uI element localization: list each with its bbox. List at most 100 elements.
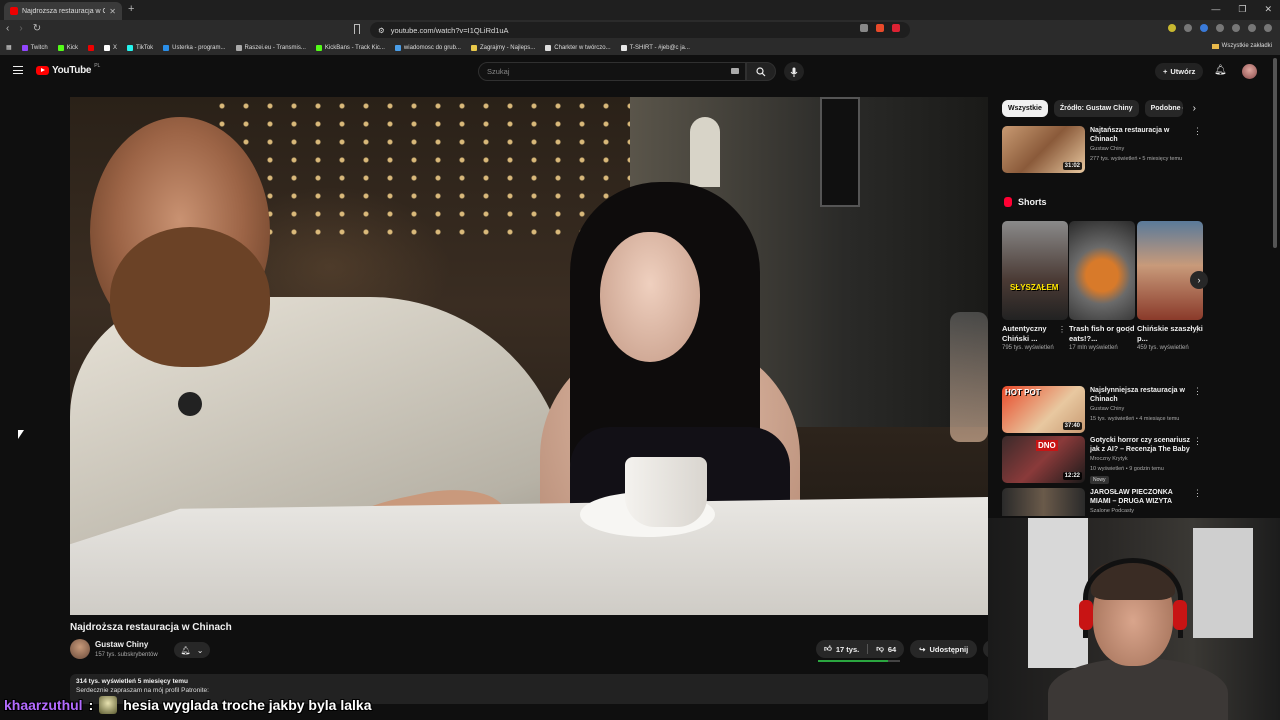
bell-icon: 🔔︎ [180,645,191,655]
thumbnail-text: HOT POT [1005,388,1041,397]
sidebar-scrollbar[interactable] [1273,58,1277,248]
extension-icon[interactable] [1232,24,1240,32]
bookmark-item[interactable]: Usterka - program... [163,44,226,51]
notifications-bell-icon[interactable]: 🔔︎ [1214,65,1227,76]
like-button[interactable]: 👍︎ 17 tys. [816,644,869,654]
site-info-icon[interactable]: ⚙ [378,26,385,35]
recommendation-item[interactable]: HOT POT 37:40 Najsłynniejsza restauracja… [1002,386,1204,436]
video-thumbnail[interactable]: HOT POT 37:40 [1002,386,1085,433]
recommendation-item[interactable]: 31:02 Najtańsza restauracja w Chinach Gu… [1002,126,1204,176]
extension-icon[interactable] [1216,24,1224,32]
kebab-menu-icon[interactable]: ⋮ [1193,325,1201,334]
all-bookmarks[interactable]: Wszystkie zakładki [1211,43,1272,49]
kebab-menu-icon[interactable]: ⋮ [1193,126,1202,137]
reload-icon[interactable]: ↻ [33,23,41,34]
recommendation-channel[interactable]: Mroczny Krytyk [1090,456,1128,462]
subscriber-count: 157 tys. subskrybentów [95,652,158,658]
close-tab-icon[interactable]: ✕ [109,7,116,16]
search-button[interactable] [746,62,776,81]
create-button[interactable]: + Utwórz [1155,63,1204,80]
back-icon[interactable]: ‹ [6,23,9,34]
bookmark-item[interactable]: wiadomosc do grub... [394,44,461,51]
bookmark-icon[interactable] [354,24,360,34]
short-thumbnail[interactable] [1137,221,1203,320]
cast-icon[interactable] [860,24,868,32]
alert-icon[interactable] [892,24,900,32]
channel-name[interactable]: Gustaw Chiny [95,640,148,649]
recommendation-channel[interactable]: Gustaw Chiny [1090,406,1124,412]
kebab-menu-icon[interactable]: ⋮ [1193,436,1202,447]
extension-icon[interactable] [1184,24,1192,32]
video-player[interactable] [70,97,988,615]
bookmark-item[interactable]: KickBans - Track Kic... [315,44,385,51]
share-icon: ↪ [919,644,926,654]
menu-icon[interactable] [1264,24,1272,32]
short-overlay-text: SŁYSZAŁEM [1010,283,1059,292]
youtube-play-icon [36,66,49,75]
minimize-icon[interactable]: — [1211,4,1220,15]
bookmark-item[interactable]: Charkter w twórczo... [545,44,611,51]
recommendation-title[interactable]: Najtańsza restauracja w Chinach [1090,126,1194,144]
shield-icon[interactable] [876,24,884,32]
chat-message: khaarzuthul : hesia wyglada troche jakby… [4,694,371,716]
new-tab-icon[interactable]: + [128,3,134,15]
hamburger-menu-icon[interactable] [13,66,23,74]
keyboard-icon[interactable] [731,68,739,74]
share-button[interactable]: ↪ Udostępnij [910,640,978,658]
voice-search-button[interactable] [784,62,804,81]
puzzle-icon[interactable] [1248,24,1256,32]
video-thumbnail[interactable]: DNO 12:22 [1002,436,1085,483]
chevron-right-icon[interactable]: › [1193,103,1196,114]
recommendation-title[interactable]: Gotycki horror czy scenariusz jak z AI? … [1090,436,1194,454]
shorts-next-button[interactable]: › [1190,271,1208,289]
kebab-menu-icon[interactable]: ⋮ [1058,325,1066,334]
video-actions: 👍︎17 tys. 👎︎64 ↪ Udostępnij ⋯ [816,640,1002,662]
bookmark-item[interactable]: X [104,44,117,51]
close-window-icon[interactable]: ✕ [1264,4,1272,15]
kebab-menu-icon[interactable]: ⋮ [1125,325,1133,334]
maximize-icon[interactable]: ❐ [1238,4,1246,15]
recommendation-title[interactable]: Najsłynniejsza restauracja w Chinach [1090,386,1194,404]
account-avatar[interactable] [1242,64,1257,79]
short-thumbnail[interactable] [1069,221,1135,320]
chip-all[interactable]: Wszystkie [1002,100,1048,117]
forward-icon[interactable]: › [19,23,22,34]
recommendation-title[interactable]: JAROSŁAW PIECZONKA MIAMI – DRUGA WIZYTA … [1090,488,1194,506]
browser-toolbar: ‹ › ↻ ⚙ youtube.com/watch?v=I1QLiRd1uA [0,20,1280,40]
subscription-bell-button[interactable]: 🔔︎ ⌄ [174,642,210,658]
chip-from-channel[interactable]: Źródło: Gustaw Chiny [1053,100,1139,117]
short-thumbnail[interactable]: SŁYSZAŁEM [1002,221,1068,320]
bookmark-item[interactable] [88,44,95,51]
recommendation-channel[interactable]: Gustaw Chiny [1090,146,1124,152]
chip-similar[interactable]: Podobne do [1144,100,1183,117]
video-thumbnail[interactable]: 31:02 [1002,126,1085,173]
search-icon [756,66,766,76]
apps-icon[interactable]: ▦ [6,44,12,51]
kebab-menu-icon[interactable]: ⋮ [1193,488,1202,499]
search-input[interactable]: Szukaj [478,62,746,81]
bookmark-item[interactable]: Kick [57,44,78,51]
browser-tab[interactable]: Najdroższa restauracja w Chi ✕ [4,2,122,20]
short-item[interactable]: SŁYSZAŁEM Autentyczny Chiński ... 795 ty… [1002,221,1068,353]
bookmark-item[interactable]: TikTok [127,44,153,51]
recommendation-item[interactable]: DNO 12:22 Gotycki horror czy scenariusz … [1002,436,1204,486]
short-views: 459 tys. wyświetleń [1137,345,1189,351]
bookmark-item[interactable]: Raszei.eu - Transmis... [235,44,306,51]
youtube-logo[interactable]: YouTube PL [36,63,100,76]
short-item[interactable]: Trash fish or good eats!?... 17 mln wyśw… [1069,221,1135,353]
like-ratio-bar [818,660,900,662]
bookmark-item[interactable]: T-SHIRT - #jeb@c ja... [620,44,690,51]
like-dislike-group: 👍︎ 17 tys. 👎︎ 64 [816,640,905,662]
address-bar[interactable]: ⚙ youtube.com/watch?v=I1QLiRd1uA [370,22,910,38]
recommendation-channel[interactable]: Szalone Podcasty [1090,508,1134,514]
video-thumbnail[interactable] [1002,488,1085,516]
recommendation-item[interactable]: JAROSŁAW PIECZONKA MIAMI – DRUGA WIZYTA … [1002,488,1204,516]
dislike-button[interactable]: 👎︎ 64 [868,644,904,654]
extension-icon[interactable] [1200,24,1208,32]
bookmark-item[interactable]: Zagrajmy - Najleps... [470,44,535,51]
shorts-header: Shorts [1004,197,1047,207]
channel-avatar[interactable] [70,639,90,659]
bookmark-item[interactable]: Twitch [21,44,48,51]
extension-icon[interactable] [1168,24,1176,32]
kebab-menu-icon[interactable]: ⋮ [1193,386,1202,397]
